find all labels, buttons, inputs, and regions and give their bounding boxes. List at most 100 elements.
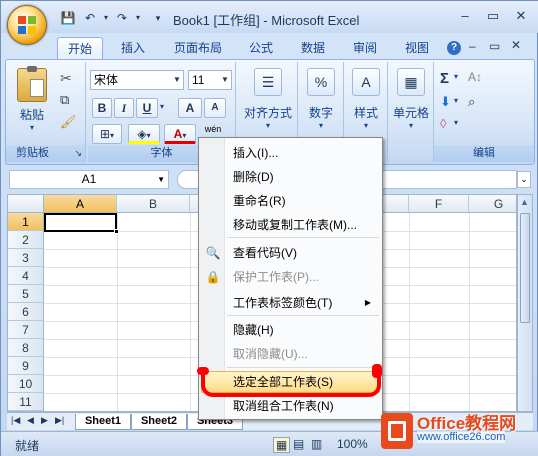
row-header[interactable]: 3 bbox=[8, 249, 44, 267]
page-layout-view-icon[interactable]: ▤ bbox=[293, 437, 304, 451]
menu-item-label: 移动或复制工作表(M)... bbox=[233, 218, 357, 232]
shrink-font-button[interactable]: A bbox=[204, 98, 226, 118]
column-header[interactable]: G bbox=[469, 195, 516, 213]
tab-page-layout[interactable]: 页面布局 bbox=[163, 37, 233, 59]
menu-item-move-copy[interactable]: 移动或复制工作表(M)... bbox=[200, 214, 381, 236]
ribbon-restore-icon[interactable]: ▭ bbox=[489, 39, 500, 53]
styles-button[interactable]: A 样式 ▾ bbox=[346, 68, 386, 130]
tab-view[interactable]: 视图 bbox=[397, 37, 437, 59]
paste-button[interactable]: 粘贴 ▾ bbox=[12, 66, 52, 132]
menu-item-label: 工作表标签颜色(T) bbox=[233, 296, 333, 310]
row-header[interactable]: 5 bbox=[8, 285, 44, 303]
autosum-icon[interactable]: Σ bbox=[440, 70, 449, 87]
row-header[interactable]: 6 bbox=[8, 303, 44, 321]
save-icon[interactable]: 💾 bbox=[59, 10, 77, 26]
autosum-dropdown-icon[interactable]: ▾ bbox=[454, 72, 458, 81]
underline-button[interactable]: U bbox=[136, 98, 158, 118]
chevron-down-icon: ▾ bbox=[408, 121, 413, 130]
menu-item-insert[interactable]: 插入(I)... bbox=[200, 142, 381, 164]
tab-review[interactable]: 审阅 bbox=[343, 37, 387, 59]
column-header[interactable]: B bbox=[117, 195, 190, 213]
column-header[interactable]: A bbox=[44, 195, 117, 213]
editing-group-label: 编辑 bbox=[434, 145, 534, 162]
first-sheet-icon[interactable]: |◀ bbox=[11, 415, 20, 426]
row-header[interactable]: 9 bbox=[8, 357, 44, 375]
clipboard-dialog-launcher-icon[interactable]: ↘ bbox=[74, 148, 82, 159]
menu-item-delete[interactable]: 删除(D) bbox=[200, 166, 381, 188]
cells-label: 单元格 bbox=[392, 106, 429, 120]
normal-view-icon[interactable]: ▦ bbox=[273, 437, 291, 453]
italic-button[interactable]: I bbox=[114, 98, 134, 118]
menu-item-view-code[interactable]: 🔍 查看代码(V) bbox=[200, 242, 381, 264]
maximize-icon[interactable]: ▭ bbox=[481, 7, 505, 25]
font-name-value: 宋体 bbox=[94, 73, 119, 87]
tab-home[interactable]: 开始 bbox=[57, 37, 103, 59]
menu-item-label: 取消隐藏(U)... bbox=[233, 347, 308, 361]
phonetic-button[interactable]: wén bbox=[202, 124, 224, 134]
expand-formula-bar-icon[interactable]: ⌄ bbox=[517, 171, 531, 188]
number-format-button[interactable]: % 数字 ▾ bbox=[300, 68, 342, 130]
format-painter-icon[interactable]: 🖌 bbox=[60, 114, 77, 130]
row-header[interactable]: 8 bbox=[8, 339, 44, 357]
sort-filter-icon[interactable]: A↕ bbox=[468, 70, 482, 84]
active-cell[interactable] bbox=[44, 213, 119, 234]
next-sheet-icon[interactable]: ▶ bbox=[41, 415, 48, 426]
column-header[interactable]: F bbox=[409, 195, 469, 213]
redo-dropdown-icon[interactable]: ▾ bbox=[129, 10, 147, 26]
page-break-view-icon[interactable]: ▥ bbox=[311, 437, 322, 451]
menu-item-hide[interactable]: 隐藏(H) bbox=[200, 319, 381, 341]
tab-formulas[interactable]: 公式 bbox=[241, 37, 281, 59]
fill-color-button[interactable]: ◈▾ bbox=[128, 124, 160, 144]
underline-dropdown-icon[interactable]: ▾ bbox=[160, 102, 164, 111]
menu-item-tab-color[interactable]: 工作表标签颜色(T) ▶ bbox=[200, 292, 381, 314]
clear-dropdown-icon[interactable]: ▾ bbox=[454, 118, 458, 127]
bold-button[interactable]: B bbox=[92, 98, 112, 118]
office-button[interactable] bbox=[7, 5, 47, 45]
menu-item-ungroup-sheets[interactable]: 取消组合工作表(N) bbox=[200, 395, 381, 417]
borders-button[interactable]: ⊞▾ bbox=[92, 124, 122, 144]
tab-insert[interactable]: 插入 bbox=[111, 37, 155, 59]
row-header[interactable]: 4 bbox=[8, 267, 44, 285]
cut-icon[interactable]: ✂ bbox=[60, 70, 72, 87]
prev-sheet-icon[interactable]: ◀ bbox=[27, 415, 34, 426]
copy-icon[interactable]: ⧉ bbox=[60, 92, 69, 108]
name-box[interactable]: A1 ▼ bbox=[9, 170, 169, 189]
row-header[interactable]: 1 bbox=[8, 213, 44, 231]
fill-handle[interactable] bbox=[114, 229, 119, 234]
scroll-thumb[interactable] bbox=[520, 213, 530, 323]
alignment-label: 对齐方式 bbox=[243, 106, 292, 120]
select-all-corner[interactable] bbox=[8, 195, 44, 213]
customize-qat-icon[interactable]: ▾ bbox=[149, 10, 167, 26]
scroll-up-icon[interactable]: ▲ bbox=[520, 197, 529, 207]
alignment-button[interactable]: ☰ 对齐方式 ▾ bbox=[240, 68, 296, 130]
help-icon[interactable]: ? bbox=[447, 41, 461, 55]
minimize-icon[interactable]: – bbox=[453, 7, 477, 25]
font-name-combo[interactable]: 宋体 ▼ bbox=[90, 70, 184, 90]
chevron-down-icon: ▼ bbox=[173, 75, 181, 84]
ribbon-minimize-icon[interactable]: – bbox=[469, 39, 476, 53]
cells-button[interactable]: ▦ 单元格 ▾ bbox=[390, 68, 432, 130]
tab-data[interactable]: 数据 bbox=[291, 37, 335, 59]
font-color-button[interactable]: A▾ bbox=[164, 124, 196, 144]
row-header[interactable]: 7 bbox=[8, 321, 44, 339]
grow-font-button[interactable]: A bbox=[178, 98, 202, 118]
row-header[interactable]: 2 bbox=[8, 231, 44, 249]
sheet-tab-2[interactable]: Sheet2 bbox=[131, 414, 187, 430]
menu-separator bbox=[227, 237, 379, 238]
row-header[interactable]: 11 bbox=[8, 393, 44, 411]
clear-icon[interactable]: ◊ bbox=[440, 116, 446, 131]
fill-icon[interactable]: ⬇ bbox=[440, 94, 451, 110]
find-select-icon[interactable]: ⌕ bbox=[468, 94, 475, 110]
font-size-combo[interactable]: 11 ▼ bbox=[188, 70, 232, 90]
vertical-scrollbar[interactable]: ▲ bbox=[517, 194, 533, 412]
red-annotation-mark bbox=[201, 370, 381, 397]
zoom-level[interactable]: 100% bbox=[337, 437, 368, 451]
last-sheet-icon[interactable]: ▶| bbox=[55, 415, 64, 426]
row-header[interactable]: 10 bbox=[8, 375, 44, 393]
close-icon[interactable]: ✕ bbox=[509, 7, 533, 25]
workbook-close-icon[interactable]: ✕ bbox=[511, 38, 521, 52]
menu-item-rename[interactable]: 重命名(R) bbox=[200, 190, 381, 212]
sheet-tab-1[interactable]: Sheet1 bbox=[75, 414, 131, 430]
fill-dropdown-icon[interactable]: ▾ bbox=[454, 96, 458, 105]
paste-label: 粘贴 bbox=[19, 108, 44, 122]
